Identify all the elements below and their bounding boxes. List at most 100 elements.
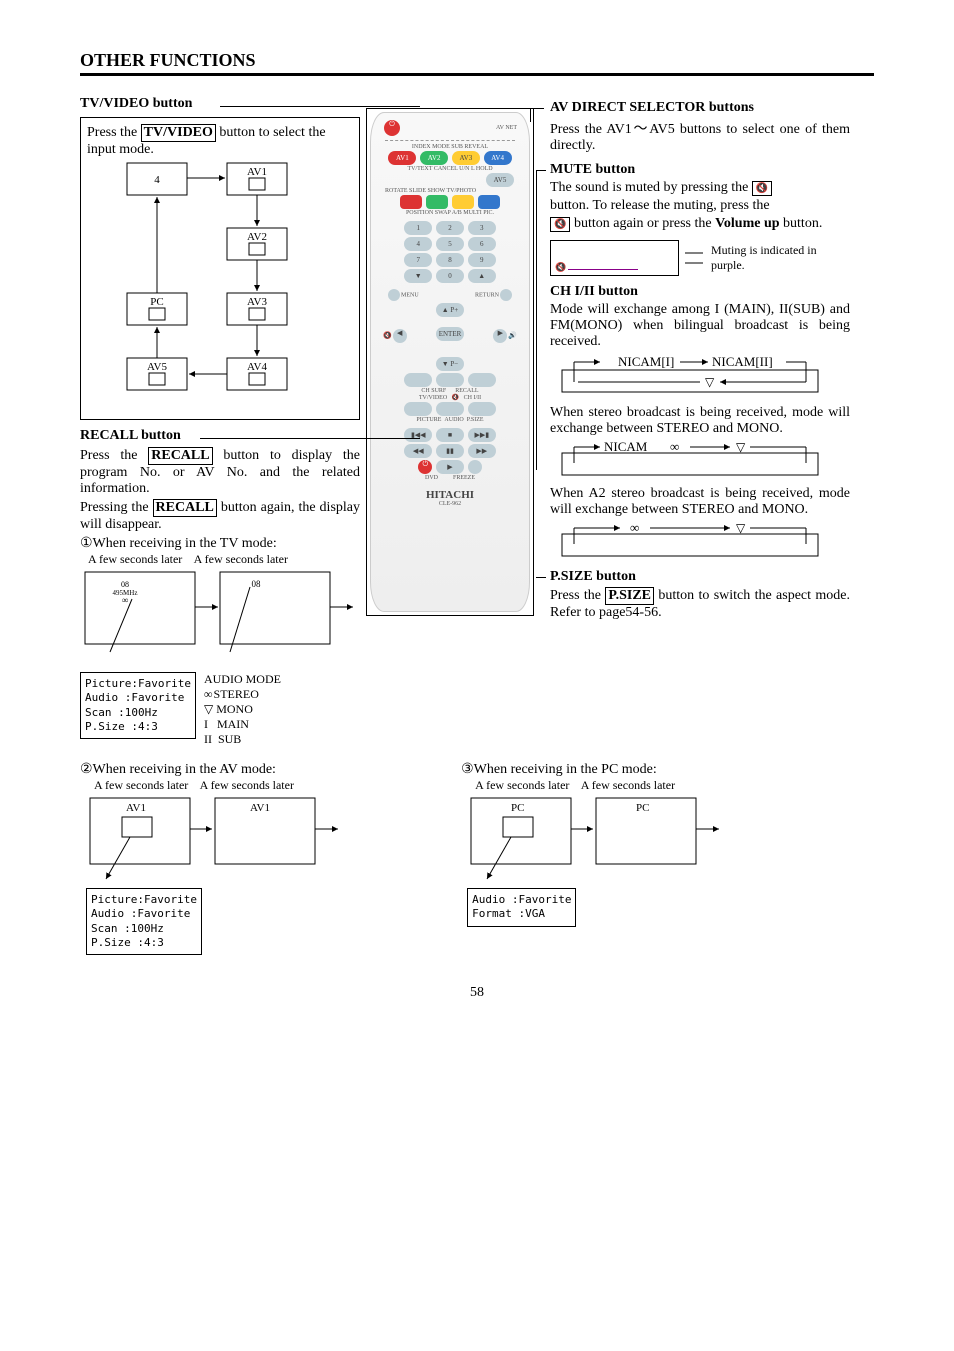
tv-video-button-label: TV/VIDEO xyxy=(141,124,216,142)
dvd-pause[interactable]: ▮▮ xyxy=(436,444,464,458)
svg-text:AV1: AV1 xyxy=(250,802,270,814)
recall-tv-diagram: 08 495MHz ∞ 08 xyxy=(80,567,360,677)
svg-text:AV1: AV1 xyxy=(126,802,146,814)
mute-s3: button again or press the xyxy=(574,216,715,231)
ch12-header: CH I/II button xyxy=(550,284,638,299)
num-5[interactable]: 5 xyxy=(436,237,464,251)
recall-button-2: RECALL xyxy=(153,499,217,517)
av4-button[interactable]: AV4 xyxy=(484,151,512,165)
av2-button[interactable]: AV2 xyxy=(420,151,448,165)
osd-pc: Audio :Favorite Format :VGA xyxy=(467,888,576,927)
dvd-ff[interactable]: ▶▶ xyxy=(468,444,496,458)
remote-model: CLE-962 xyxy=(377,501,523,507)
psize-section: P.SIZE button Press the P.SIZE button to… xyxy=(550,569,850,621)
mute-note: Muting is indicated in purple. xyxy=(711,243,850,273)
avdirect-body: Press the AV1～AV5 buttons to select one … xyxy=(550,118,850,154)
vol-down-icon[interactable]: 🔇 xyxy=(383,332,392,340)
few-seconds-1a: A few seconds later xyxy=(88,552,182,566)
dvd-stop[interactable]: ■ xyxy=(436,428,464,442)
dvd-next[interactable]: ▶▶▮ xyxy=(468,428,496,442)
svg-text:08: 08 xyxy=(121,580,129,589)
audio-button[interactable] xyxy=(436,402,464,416)
num-4[interactable]: 4 xyxy=(404,237,432,251)
recall-p2a: Pressing the xyxy=(80,500,153,515)
ch12-section: CH I/II button Mode will exchange among … xyxy=(550,284,850,565)
chsurf-button[interactable] xyxy=(404,373,432,387)
mute-s1: The sound is muted by pressing the xyxy=(550,180,752,195)
volume-up-label: Volume up xyxy=(715,216,779,231)
return-button[interactable] xyxy=(500,289,512,301)
vol-up-icon[interactable]: 🔊 xyxy=(508,332,517,340)
num-6[interactable]: 6 xyxy=(468,237,496,251)
av3-button[interactable]: AV3 xyxy=(452,151,480,165)
mute-s2: button. To release the muting, press the xyxy=(550,198,850,214)
svg-text:08: 08 xyxy=(252,579,262,589)
page-title: OTHER FUNCTIONS xyxy=(80,50,874,76)
av5-button[interactable]: AV5 xyxy=(486,173,514,187)
recall-p1a: Press the xyxy=(80,448,148,463)
psize-button[interactable] xyxy=(468,402,496,416)
dvd-play[interactable]: ▶ xyxy=(436,460,464,474)
svg-text:PC: PC xyxy=(636,802,649,814)
num-2[interactable]: 2 xyxy=(436,221,464,235)
mute-osd-box: 🔇 xyxy=(550,240,679,276)
remote-column: ⏻ AV NET INDEX MODE SUB REVEAL AV1 AV2 A… xyxy=(360,96,540,616)
svg-text:AV4: AV4 xyxy=(247,361,267,373)
picture-button[interactable] xyxy=(404,402,432,416)
num-1[interactable]: 1 xyxy=(404,221,432,235)
avdirect-section: AV DIRECT SELECTOR buttons Press the AV1… xyxy=(550,100,850,154)
menu-button[interactable] xyxy=(388,289,400,301)
few-seconds-2b: A few seconds later xyxy=(200,778,294,792)
svg-text:PC: PC xyxy=(150,296,163,308)
freeze-button[interactable] xyxy=(468,460,482,474)
num-7[interactable]: 7 xyxy=(404,253,432,267)
dvd-prev[interactable]: ▮◀◀ xyxy=(404,428,432,442)
svg-text:NICAM: NICAM xyxy=(604,439,648,454)
svg-text:4: 4 xyxy=(154,174,160,186)
tv-video-section: TV/VIDEO button Press the TV/VIDEO butto… xyxy=(80,96,360,420)
enter-button[interactable]: ENTER xyxy=(436,327,464,341)
dpad-down[interactable]: ▼ P− xyxy=(436,357,464,371)
svg-text:AV1: AV1 xyxy=(247,166,267,178)
num-3[interactable]: 3 xyxy=(468,221,496,235)
av-mode-diagram: AV1 AV1 xyxy=(80,793,380,883)
recall-item-1: ①When receiving in the TV mode: xyxy=(80,535,360,552)
few-seconds-3b: A few seconds later xyxy=(581,778,675,792)
dpad-up[interactable]: ▲ P+ xyxy=(436,303,464,317)
few-seconds-3a: A few seconds later xyxy=(475,778,569,792)
svg-text:▽: ▽ xyxy=(705,375,715,389)
recall-item-2: ②When receiving in the AV mode: xyxy=(80,761,461,778)
a2-body: When A2 stereo broadcast is being receiv… xyxy=(550,486,850,518)
power-icon: ⏻ xyxy=(384,120,400,136)
recall-button-1: RECALL xyxy=(148,447,212,465)
svg-text:AV3: AV3 xyxy=(247,296,267,308)
stereo-1: When stereo broadcast is being received,… xyxy=(550,405,850,437)
ch12-body: Mode will exchange among I (MAIN), II(SU… xyxy=(550,302,850,350)
svg-text:AV5: AV5 xyxy=(147,361,167,373)
num-9[interactable]: 9 xyxy=(468,253,496,267)
svg-text:∞: ∞ xyxy=(630,520,639,535)
mute-icon: 🔇 xyxy=(752,181,772,196)
right-column: AV DIRECT SELECTOR buttons Press the AV1… xyxy=(540,96,850,623)
recall-button[interactable] xyxy=(468,373,496,387)
num-0[interactable]: 0 xyxy=(436,269,464,283)
a2-cycle: ∞ ▽ xyxy=(550,520,830,560)
input-flow-diagram: 4 AV1 AV2 PC AV3 AV5 xyxy=(87,158,307,408)
few-seconds-2a: A few seconds later xyxy=(94,778,188,792)
avdirect-header: AV DIRECT SELECTOR buttons xyxy=(550,100,754,115)
svg-text:NICAM[II]: NICAM[II] xyxy=(712,354,773,369)
pc-mode-diagram: PC PC xyxy=(461,793,761,883)
num-up[interactable]: ▲ xyxy=(468,269,496,283)
dvd-rew[interactable]: ◀◀ xyxy=(404,444,432,458)
audiomode-title: AUDIO MODE xyxy=(204,672,281,687)
svg-text:▽: ▽ xyxy=(736,521,746,535)
num-8[interactable]: 8 xyxy=(436,253,464,267)
osd-tv: Picture:Favorite Audio :Favorite Scan :1… xyxy=(80,672,196,739)
psize-btn: P.SIZE xyxy=(605,587,654,605)
av1-button[interactable]: AV1 xyxy=(388,151,416,165)
remote-control: ⏻ AV NET INDEX MODE SUB REVEAL AV1 AV2 A… xyxy=(370,112,530,612)
tv-video-header: TV/VIDEO button xyxy=(80,96,192,111)
dvd-power[interactable]: ⏻ xyxy=(418,460,432,474)
num-down[interactable]: ▼ xyxy=(404,269,432,283)
svg-text:▽: ▽ xyxy=(736,440,746,454)
